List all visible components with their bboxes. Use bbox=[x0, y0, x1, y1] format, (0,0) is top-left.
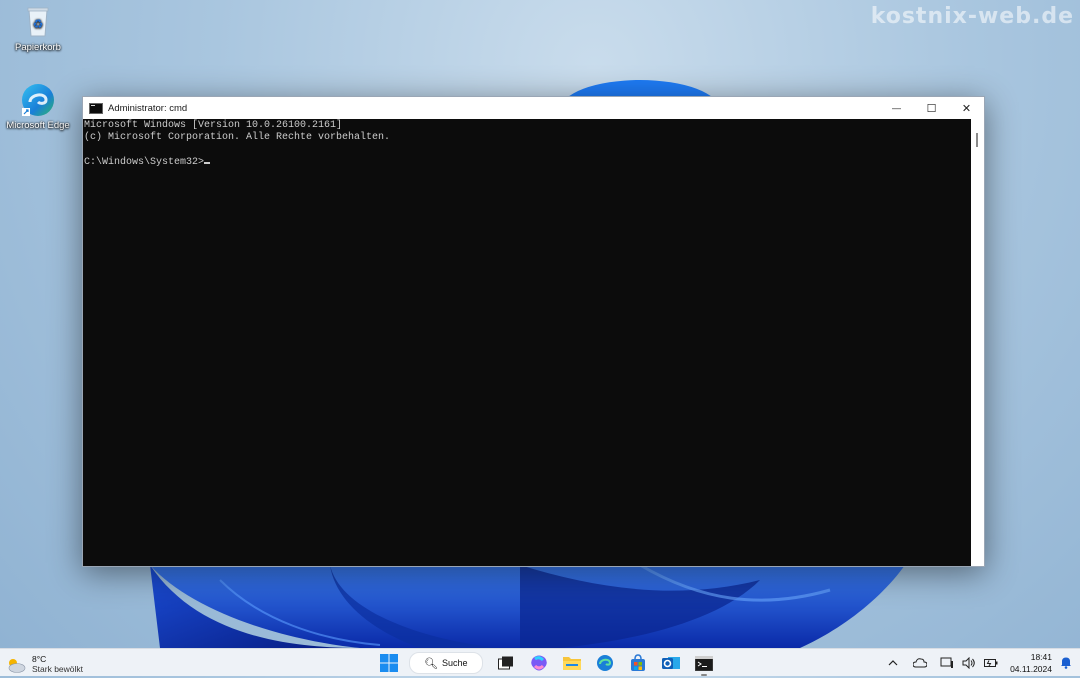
edge-icon bbox=[596, 655, 613, 671]
weather-widget[interactable]: 8°C Stark bewölkt bbox=[6, 654, 83, 675]
scrollbar-thumb[interactable] bbox=[976, 133, 978, 147]
console-output[interactable]: Microsoft Windows [Version 10.0.26100.21… bbox=[83, 119, 971, 566]
battery-icon[interactable] bbox=[983, 655, 999, 671]
watermark: kostnix-web.de bbox=[870, 4, 1074, 29]
chevron-up-icon[interactable] bbox=[885, 655, 901, 671]
terminal-icon bbox=[694, 655, 713, 671]
terminal-button[interactable] bbox=[693, 652, 715, 676]
task-view-icon bbox=[497, 656, 513, 670]
window-titlebar[interactable]: Administrator: cmd — ☐ ✕ bbox=[83, 97, 984, 119]
task-view-button[interactable] bbox=[495, 652, 517, 674]
cmd-app-icon bbox=[89, 102, 103, 114]
desktop-icon-edge[interactable]: Microsoft Edge bbox=[3, 82, 73, 131]
maximize-icon: ☐ bbox=[926, 102, 937, 115]
clock-date: 04.11.2024 bbox=[1010, 663, 1052, 674]
search-label: Suche bbox=[441, 658, 468, 668]
network-icon[interactable] bbox=[939, 655, 955, 671]
file-explorer-icon bbox=[562, 657, 581, 670]
text-cursor bbox=[204, 161, 211, 164]
vertical-scrollbar[interactable] bbox=[971, 119, 984, 566]
weather-desc: Stark bewölkt bbox=[32, 664, 84, 674]
notification-bell-icon[interactable] bbox=[1058, 655, 1074, 671]
console-prompt: C:\Windows\System32> bbox=[84, 156, 205, 168]
taskbar: 8°C Stark bewölkt 🔍︎ Suche 18:41 04.11.2… bbox=[0, 648, 1080, 676]
clock-time: 18:41 bbox=[1030, 651, 1052, 662]
search-box[interactable]: 🔍︎ Suche bbox=[409, 652, 483, 674]
minimize-button[interactable]: — bbox=[879, 97, 914, 119]
onedrive-icon[interactable] bbox=[912, 655, 928, 671]
start-icon bbox=[379, 654, 398, 672]
copilot-button[interactable] bbox=[528, 652, 550, 674]
desktop-icon-label: Microsoft Edge bbox=[6, 120, 70, 131]
edge-button[interactable] bbox=[594, 652, 616, 674]
close-button[interactable]: ✕ bbox=[949, 97, 984, 119]
file-explorer-button[interactable] bbox=[561, 652, 583, 674]
close-icon: ✕ bbox=[961, 102, 972, 115]
volume-icon[interactable] bbox=[961, 655, 977, 671]
outlook-button[interactable] bbox=[660, 652, 682, 674]
maximize-button[interactable]: ☐ bbox=[914, 97, 949, 119]
cloud-sun-icon bbox=[6, 657, 26, 673]
search-icon: 🔍︎ bbox=[424, 657, 438, 670]
weather-temp: 8°C bbox=[32, 654, 47, 664]
console-line: Microsoft Windows [Version 10.0.26100.21… bbox=[84, 120, 343, 131]
start-button[interactable] bbox=[378, 652, 400, 674]
window-title: Administrator: cmd bbox=[108, 102, 188, 114]
cmd-window[interactable]: Administrator: cmd — ☐ ✕ Microsoft Windo… bbox=[82, 96, 985, 567]
desktop-icon-label: Papierkorb bbox=[15, 42, 61, 53]
taskbar-apps: 🔍︎ Suche bbox=[372, 652, 720, 676]
desktop-icon-recycle-bin[interactable]: ♻ Papierkorb bbox=[3, 4, 73, 53]
store-button[interactable] bbox=[627, 652, 649, 674]
edge-icon bbox=[20, 82, 56, 118]
recycle-bin-icon: ♻ bbox=[20, 4, 56, 40]
copilot-icon bbox=[530, 655, 547, 671]
console-line: (c) Microsoft Corporation. Alle Rechte v… bbox=[84, 132, 391, 144]
store-icon bbox=[630, 654, 645, 671]
minimize-icon: — bbox=[892, 103, 901, 113]
outlook-icon bbox=[661, 657, 680, 669]
svg-text:♻: ♻ bbox=[33, 17, 44, 31]
clock[interactable]: 18:41 04.11.2024 bbox=[1010, 651, 1052, 675]
system-tray: 18:41 04.11.2024 bbox=[882, 649, 1080, 676]
console-prompt-line: C:\Windows\System32> bbox=[84, 157, 971, 169]
